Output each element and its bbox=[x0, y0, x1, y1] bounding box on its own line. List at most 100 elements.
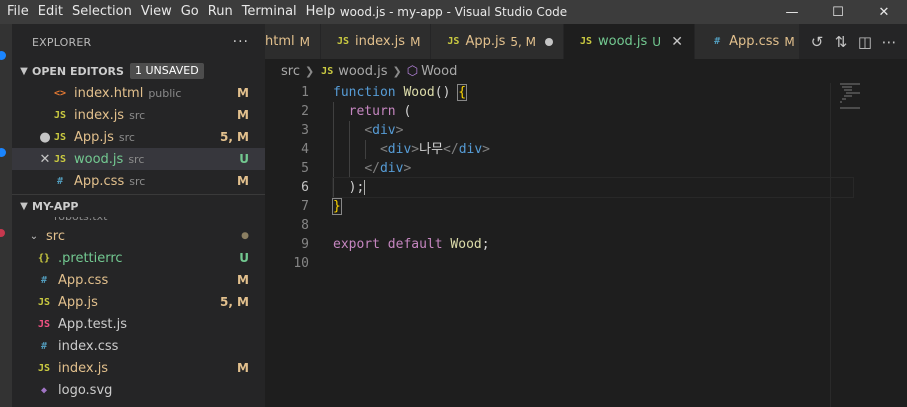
menu-edit[interactable]: Edit bbox=[37, 0, 71, 24]
line-number-gutter: 1 2 3 4 5 6 7 8 9 10 bbox=[265, 83, 309, 273]
menu-selection[interactable]: Selection bbox=[71, 0, 140, 24]
tab-label: wood.js bbox=[597, 34, 648, 49]
minimize-button[interactable]: — bbox=[769, 0, 815, 24]
explorer-activity-indicator-icon[interactable] bbox=[0, 51, 6, 60]
open-editors-section[interactable]: ▼ OPEN EDITORS 1 UNSAVED bbox=[12, 60, 265, 82]
token-keyword-return: return bbox=[348, 104, 396, 119]
close-icon[interactable]: ✕ bbox=[38, 152, 52, 167]
breadcrumb: src ❯ JS wood.js ❯ ⬡ Wood bbox=[265, 59, 907, 83]
code-lines: function Wood() { return ( <div> <div>나무… bbox=[332, 83, 854, 273]
menu-terminal[interactable]: Terminal bbox=[241, 0, 305, 24]
css-file-icon: # bbox=[714, 36, 721, 47]
status-badge: M bbox=[237, 108, 249, 122]
explorer-header: EXPLORER ··· bbox=[12, 24, 265, 60]
open-editor-dir: public bbox=[148, 86, 182, 100]
explorer-sidebar: EXPLORER ··· ▼ OPEN EDITORS 1 UNSAVED <>… bbox=[12, 24, 265, 407]
more-actions-icon[interactable]: ⋯ bbox=[879, 33, 899, 51]
js-file-icon: JS bbox=[53, 109, 67, 121]
line-number: 3 bbox=[301, 123, 309, 138]
open-editor-dir: src bbox=[118, 130, 135, 144]
tree-file[interactable]: JS App.test.js bbox=[12, 313, 265, 335]
editor-ruler bbox=[830, 83, 831, 407]
open-editor-item[interactable]: # App.css src M bbox=[12, 170, 265, 192]
menu-run[interactable]: Run bbox=[207, 0, 241, 24]
extensions-activity-indicator-icon[interactable] bbox=[0, 229, 5, 237]
folder-src[interactable]: ⌄ src ● bbox=[12, 225, 265, 247]
breadcrumb-file[interactable]: wood.js bbox=[338, 64, 387, 79]
menu-file[interactable]: File bbox=[6, 0, 37, 24]
code-line-current: ); bbox=[332, 177, 854, 198]
more-actions-icon[interactable]: ··· bbox=[233, 34, 249, 50]
tree-file-name: App.test.js bbox=[58, 316, 128, 332]
code-line: </div> bbox=[333, 159, 853, 178]
code-line: <div> bbox=[333, 121, 853, 140]
open-editor-item[interactable]: <> index.html public M bbox=[12, 82, 265, 104]
tree-file[interactable]: ◆ logo.svg bbox=[12, 379, 265, 401]
source-control-activity-indicator-icon[interactable] bbox=[0, 148, 6, 157]
chevron-down-icon[interactable]: ▼ bbox=[16, 66, 32, 77]
menu-view[interactable]: View bbox=[140, 0, 180, 24]
tab-status: M bbox=[410, 34, 421, 49]
js-file-icon: JS bbox=[37, 362, 51, 374]
tree-file-name: .prettierrc bbox=[58, 250, 123, 266]
token-tag: div bbox=[458, 142, 483, 157]
maximize-button[interactable]: ☐ bbox=[815, 0, 861, 24]
tree-file[interactable]: # App.css M bbox=[12, 269, 265, 291]
unsaved-dot-icon[interactable] bbox=[544, 37, 553, 46]
window-controls: — ☐ ✕ bbox=[769, 0, 907, 24]
tree-file[interactable]: # index.css bbox=[12, 335, 265, 357]
minimap[interactable] bbox=[840, 83, 900, 113]
line-number: 2 bbox=[301, 104, 309, 119]
close-icon[interactable]: ✕ bbox=[670, 34, 684, 50]
tab-status: 5, M bbox=[510, 34, 536, 49]
folder-name: src bbox=[46, 228, 65, 244]
token-punct: ; bbox=[481, 237, 490, 252]
token-keyword: function bbox=[333, 85, 396, 100]
tree-file[interactable]: JS index.js M bbox=[12, 357, 265, 379]
tab-label: index.js bbox=[354, 34, 406, 49]
tab-app-css[interactable]: # App.css M bbox=[695, 24, 806, 59]
tree-file[interactable]: JS App.js 5, M bbox=[12, 291, 265, 313]
breadcrumb-folder[interactable]: src bbox=[281, 64, 300, 79]
split-editor-icon[interactable]: ◫ bbox=[855, 33, 875, 51]
js-file-icon: JS bbox=[53, 131, 67, 143]
tab-index-js[interactable]: JS index.js M bbox=[320, 24, 432, 59]
open-editor-name: index.js bbox=[74, 107, 125, 123]
activity-bar bbox=[0, 24, 12, 407]
line-number: 9 bbox=[301, 237, 309, 252]
breadcrumb-symbol[interactable]: Wood bbox=[421, 64, 457, 79]
js-file-icon: JS bbox=[321, 65, 334, 77]
tab-index-html[interactable]: html M bbox=[265, 24, 321, 59]
chevron-right-icon: ❯ bbox=[304, 64, 315, 78]
js-file-icon: JS bbox=[579, 36, 592, 47]
open-changes-icon[interactable]: ⇅ bbox=[831, 33, 851, 51]
tab-wood-js[interactable]: JS wood.js U ✕ bbox=[563, 24, 696, 59]
css-file-icon: # bbox=[56, 175, 64, 187]
code-editor[interactable]: 1 2 3 4 5 6 7 8 9 10 function Wood() { r… bbox=[265, 83, 907, 407]
status-badge: M bbox=[237, 174, 249, 188]
unsaved-dot-icon[interactable]: ● bbox=[38, 130, 52, 145]
open-editor-item[interactable]: ● JS App.js src 5, M bbox=[12, 126, 265, 148]
open-editor-item[interactable]: JS index.js src M bbox=[12, 104, 265, 126]
close-window-button[interactable]: ✕ bbox=[861, 0, 907, 24]
chevron-down-icon[interactable]: ▼ bbox=[16, 201, 32, 212]
project-section[interactable]: ▼ MY-APP bbox=[12, 195, 265, 217]
tab-app-js[interactable]: JS App.js 5, M bbox=[431, 24, 564, 59]
title-bar: File Edit Selection View Go Run Terminal… bbox=[0, 0, 907, 24]
status-badge: M bbox=[237, 86, 249, 100]
menu-go[interactable]: Go bbox=[180, 0, 207, 24]
menu-help[interactable]: Help bbox=[305, 0, 344, 24]
test-file-icon: JS bbox=[37, 318, 51, 330]
line-number: 10 bbox=[293, 256, 309, 271]
line-number: 8 bbox=[301, 218, 309, 233]
token-brace-matched: { bbox=[457, 84, 468, 101]
open-editor-item-selected[interactable]: ✕ JS wood.js src U bbox=[12, 148, 265, 170]
chevron-down-icon[interactable]: ⌄ bbox=[26, 231, 42, 242]
open-editor-dir: src bbox=[129, 108, 146, 122]
code-line: function Wood() { bbox=[333, 83, 853, 102]
timeline-history-icon[interactable]: ↺ bbox=[807, 33, 827, 51]
tree-file[interactable]: {} .prettierrc U bbox=[12, 247, 265, 269]
tab-label: html bbox=[265, 34, 295, 49]
